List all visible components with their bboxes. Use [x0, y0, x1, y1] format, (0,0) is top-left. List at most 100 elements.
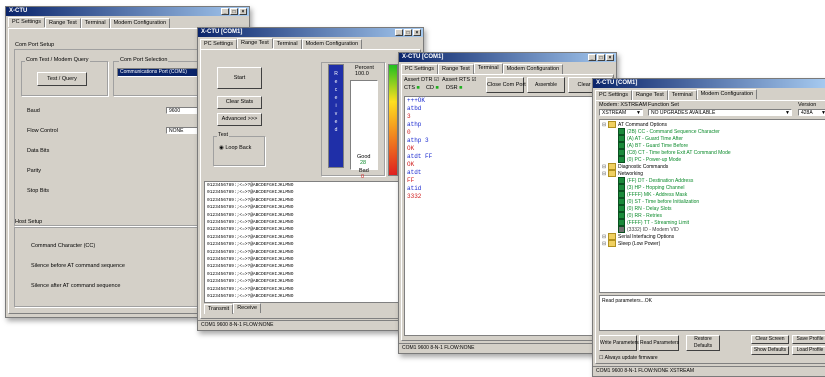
- parameter-icon: [618, 135, 625, 142]
- tab-receive[interactable]: Receive: [233, 303, 262, 313]
- tree-item-label: Networking: [618, 170, 644, 177]
- app-title: X-CTU: [9, 8, 28, 14]
- tree-parameter[interactable]: (FFFF) TT - Streaming Limit: [602, 219, 825, 226]
- maximize-button[interactable]: □: [230, 8, 238, 15]
- title-bar[interactable]: X-CTU [COM1]: [593, 79, 825, 88]
- tab-pc-settings[interactable]: PC Settings: [200, 39, 238, 49]
- start-button[interactable]: Start: [217, 67, 262, 89]
- tree-parameter[interactable]: (3) HP - Hopping Channel: [602, 184, 825, 191]
- tree-parameter[interactable]: (3332) ID - Modem VID: [602, 226, 825, 233]
- tab-pc-settings[interactable]: PC Settings: [401, 64, 439, 74]
- tree-item-label: (2B) CC - Command Sequence Character: [627, 128, 720, 135]
- close-button[interactable]: ×: [239, 8, 247, 15]
- tab-modem-configuration[interactable]: Modem Configuration: [502, 64, 564, 74]
- minimize-button[interactable]: _: [588, 54, 596, 61]
- tree-parameter[interactable]: (0) PC - Power-up Mode: [602, 156, 825, 163]
- function-set-select[interactable]: NO UPGRADES AVAILABLE ▼: [648, 109, 792, 116]
- received-data-area[interactable]: 0123456789:;<=>?@ABCDEFGHIJKLMNO 01234567…: [204, 181, 416, 303]
- tab-range-test[interactable]: Range Test: [45, 18, 81, 28]
- tree-folder[interactable]: ⊟ AT Command Options: [602, 121, 825, 128]
- close-button[interactable]: ×: [606, 54, 614, 61]
- tree-parameter[interactable]: (0) ST - Time before Initialization: [602, 198, 825, 205]
- tree-parameter[interactable]: (FF) DT - Destination Address: [602, 177, 825, 184]
- restore-defaults-button[interactable]: Restore Defaults: [686, 335, 720, 351]
- received-data-line: 0123456789:;<=>?@ABCDEFGHIJKLMNO: [207, 294, 294, 300]
- title-bar[interactable]: X-CTU [COM1] _ □ ×: [399, 53, 616, 62]
- received-bar-letters: Received: [332, 70, 340, 134]
- maximize-button[interactable]: □: [404, 29, 412, 36]
- tab-transmit[interactable]: Transmit: [204, 304, 234, 314]
- load-profile-button[interactable]: Load Profile: [792, 346, 825, 355]
- tree-item-label: (3332) ID - Modem VID: [627, 226, 679, 233]
- write-parameters-button[interactable]: Write Parameters: [599, 335, 639, 351]
- minimize-button[interactable]: _: [395, 29, 403, 36]
- window-terminal: X-CTU [COM1] _ □ × PC Settings Range Tes…: [398, 52, 617, 354]
- tree-item-label: (FFFF) MK - Address Mask: [627, 191, 688, 198]
- tree-folder[interactable]: ⊟ Serial Interfacing Options: [602, 233, 825, 240]
- assert-rts-checkbox[interactable]: Assert RTS ☑: [442, 77, 476, 83]
- version-select[interactable]: 428A ▼: [798, 109, 825, 116]
- tree-parameter[interactable]: (0) RR - Retries: [602, 212, 825, 219]
- terminal-output[interactable]: +++OK atbd 3 athp 0 athp 3 OK atdt FF OK atdt FF at…: [404, 96, 611, 336]
- close-com-port-button[interactable]: Close Com Port: [486, 77, 526, 93]
- tab-pc-settings[interactable]: PC Settings: [8, 17, 46, 27]
- tree-item-label: Serial Interfacing Options: [618, 233, 675, 240]
- tab-terminal[interactable]: Terminal: [272, 39, 302, 49]
- stop-bits-label: Stop Bits: [27, 188, 50, 194]
- tree-folder[interactable]: ⊟ Diagnostic Commands: [602, 163, 825, 170]
- assemble-packet-button[interactable]: Assemble Packet: [527, 77, 565, 102]
- show-defaults-button[interactable]: Show Defaults: [751, 346, 789, 355]
- tab-range-test[interactable]: Range Test: [237, 38, 273, 48]
- close-button[interactable]: ×: [413, 29, 421, 36]
- tree-parameter[interactable]: (0) RN - Delay Slots: [602, 205, 825, 212]
- tree-parameter[interactable]: (A) BT - Guard Time Before: [602, 142, 825, 149]
- tree-item-label: (0) ST - Time before Initialization: [627, 198, 700, 205]
- cd-label: CD: [426, 85, 434, 91]
- tab-pc-settings[interactable]: PC Settings: [595, 90, 633, 100]
- read-parameters-button[interactable]: Read Parameters: [639, 335, 679, 351]
- terminal-line: FF: [407, 177, 415, 184]
- tab-terminal[interactable]: Terminal: [667, 90, 697, 100]
- tab-modem-configuration[interactable]: Modem Configuration: [696, 89, 758, 99]
- tree-item-label: (A) AT - Guard Time After: [627, 135, 683, 142]
- tab-modem-configuration[interactable]: Modem Configuration: [109, 18, 171, 28]
- host-setup-label: Host Setup: [15, 219, 43, 225]
- maximize-button[interactable]: □: [597, 54, 605, 61]
- clear-screen-button[interactable]: Clear Screen: [751, 335, 789, 344]
- tree-parameter[interactable]: (FFFF) MK - Address Mask: [602, 191, 825, 198]
- parameter-icon: [618, 149, 625, 156]
- tree-parameter[interactable]: (A) AT - Guard Time After: [602, 135, 825, 142]
- assert-dtr-checkbox[interactable]: Assert DTR ☑: [404, 77, 439, 83]
- modem-select[interactable]: XSTREAM ▼: [599, 109, 643, 116]
- tree-item-label: (FF) DT - Destination Address: [627, 177, 694, 184]
- tree-parameter[interactable]: (2B) CC - Command Sequence Character: [602, 128, 825, 135]
- minimize-button[interactable]: _: [221, 8, 229, 15]
- tree-item-label: (0) PC - Power-up Mode: [627, 156, 682, 163]
- clear-stats-button[interactable]: Clear Stats: [217, 96, 262, 109]
- status-bar: COM1 9600 8-N-1 FLOW:NONE: [198, 320, 423, 330]
- loopback-radio[interactable]: ◉ Loop Back: [219, 145, 251, 151]
- save-profile-button[interactable]: Save Profile: [792, 335, 825, 344]
- title-bar[interactable]: X-CTU [COM1] _ □ ×: [198, 28, 423, 37]
- test-query-button[interactable]: Test / Query: [37, 72, 87, 86]
- tab-range-test[interactable]: Range Test: [438, 64, 474, 74]
- tree-item-label: (C8) CT - Time before Exit AT Command Mo…: [627, 149, 731, 156]
- range-test-panel: Start Clear Stats Advanced >>> Test ◉ Lo…: [200, 49, 421, 319]
- tree-folder[interactable]: ⊟ Sleep (Low Power): [602, 240, 825, 247]
- parameter-tree[interactable]: ⊟ AT Command Options (2B) CC - Command Seq…: [599, 119, 825, 293]
- checkbox-unchecked-icon: ☐: [599, 355, 604, 361]
- tree-parameter[interactable]: (C8) CT - Time before Exit AT Command Mo…: [602, 149, 825, 156]
- function-set-label: Function Set: [648, 102, 679, 108]
- tree-item-label: AT Command Options: [618, 121, 668, 128]
- tab-terminal[interactable]: Terminal: [473, 63, 503, 73]
- title-bar[interactable]: X-CTU _ □ ×: [6, 7, 249, 16]
- flow-control-label: Flow Control: [27, 128, 58, 134]
- tab-range-test[interactable]: Range Test: [632, 90, 668, 100]
- always-update-checkbox[interactable]: ☐ Always update firmware: [599, 355, 658, 361]
- tab-modem-configuration[interactable]: Modem Configuration: [301, 39, 363, 49]
- tab-terminal[interactable]: Terminal: [80, 18, 110, 28]
- loopback-label: Loop Back: [225, 145, 252, 151]
- parameter-icon: [618, 191, 625, 198]
- advanced-button[interactable]: Advanced >>>: [217, 113, 262, 126]
- tree-folder[interactable]: ⊟ Networking: [602, 170, 825, 177]
